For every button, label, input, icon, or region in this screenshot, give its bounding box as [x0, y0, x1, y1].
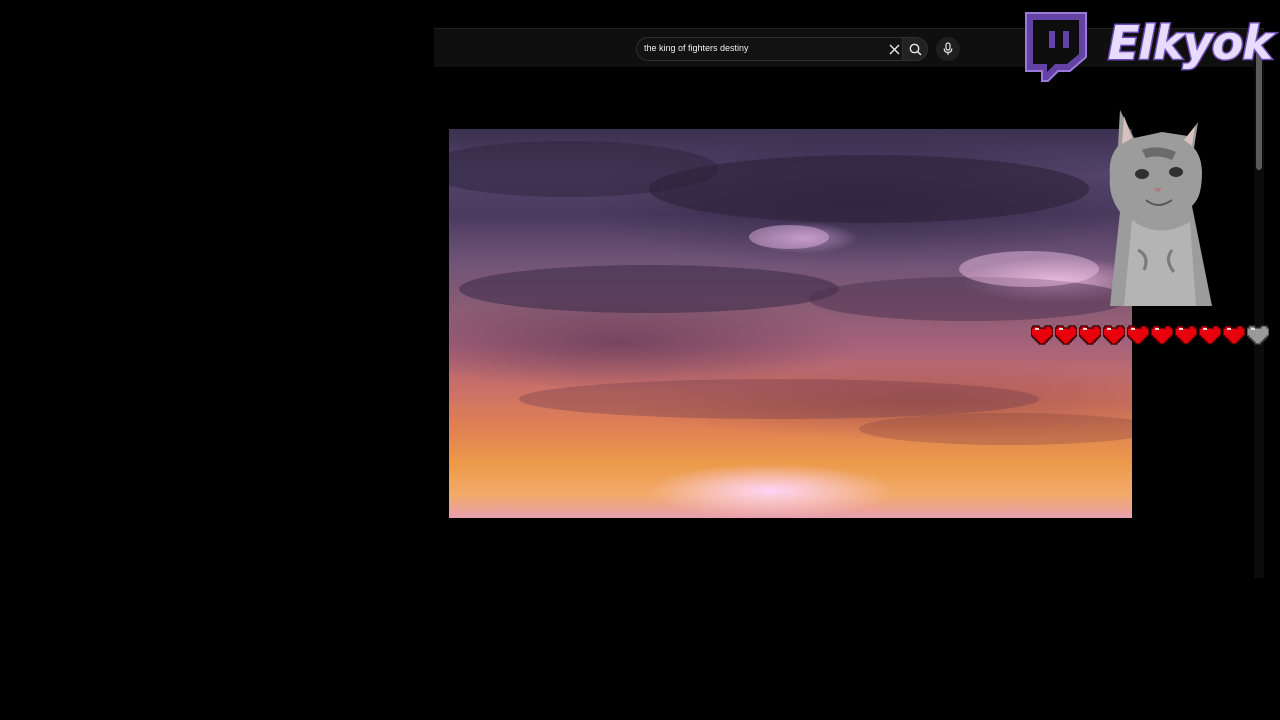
video-player[interactable] — [449, 129, 1132, 518]
cat-avatar — [1109, 110, 1212, 306]
page-scrollbar[interactable] — [1254, 38, 1264, 578]
heart-icon — [1223, 325, 1245, 345]
search-icon — [909, 43, 922, 56]
clear-search-button[interactable] — [884, 39, 904, 59]
heart-icon — [1103, 325, 1125, 345]
search-query-text: the king of fighters destiny — [644, 43, 749, 53]
search-input[interactable]: the king of fighters destiny — [636, 37, 904, 61]
heart-icon — [1151, 325, 1173, 345]
heart-icon — [1079, 325, 1101, 345]
heart-icon — [1199, 325, 1221, 345]
hearts-meter — [1031, 322, 1269, 346]
heart-empty-icon — [1247, 325, 1269, 345]
microphone-icon — [943, 42, 953, 55]
sunset-sky-image — [449, 141, 1132, 445]
channel-name: Elkyok — [1107, 15, 1275, 72]
heart-icon — [1175, 325, 1197, 345]
heart-icon — [1127, 325, 1149, 345]
close-icon — [889, 44, 899, 54]
heart-icon — [1055, 325, 1077, 345]
twitch-icon — [1025, 12, 1087, 82]
voice-search-button[interactable] — [936, 37, 960, 61]
heart-icon — [1031, 325, 1053, 345]
search-button[interactable] — [902, 37, 928, 61]
